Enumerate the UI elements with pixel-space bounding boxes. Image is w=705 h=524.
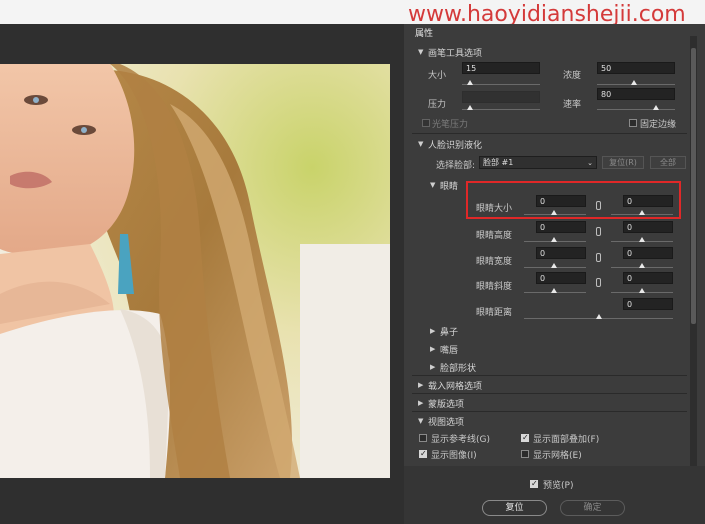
- collapse-triangle-icon[interactable]: ▶: [430, 345, 435, 353]
- select-face-value: 脸部 #1: [483, 158, 514, 167]
- eye-height-left-slider-handle[interactable]: [551, 237, 557, 242]
- show-guides-label: 显示参考线(G): [431, 435, 490, 445]
- link-chain-icon[interactable]: [596, 227, 601, 236]
- eye-width-left-input[interactable]: 0: [536, 247, 586, 259]
- eye-tilt-left-input[interactable]: 0: [536, 272, 586, 284]
- expand-triangle-icon[interactable]: ▼: [418, 417, 423, 425]
- brush-pressure-input[interactable]: [462, 91, 540, 103]
- scrollbar-thumb[interactable]: [691, 48, 696, 324]
- panel-title: 属性: [415, 29, 434, 39]
- show-image-checkbox[interactable]: [419, 450, 427, 458]
- show-face-overlay-checkbox[interactable]: [521, 434, 529, 442]
- face-all-button[interactable]: 全部: [650, 156, 686, 169]
- brush-rate-input[interactable]: 80: [597, 88, 675, 100]
- preview-label: 预览(P): [543, 481, 574, 491]
- brush-density-slider-handle[interactable]: [631, 80, 637, 85]
- expand-triangle-icon[interactable]: ▼: [418, 48, 423, 56]
- collapse-triangle-icon[interactable]: ▶: [430, 327, 435, 335]
- stylus-pressure-label: 光笔压力: [432, 120, 469, 130]
- brush-size-slider-handle[interactable]: [467, 80, 473, 85]
- bottom-bar: [404, 466, 705, 524]
- eye-distance-slider-handle[interactable]: [596, 314, 602, 319]
- eye-height-right-input[interactable]: 0: [623, 221, 673, 233]
- select-face-dropdown[interactable]: 脸部 #1 ⌄: [479, 156, 597, 169]
- face-shape-section[interactable]: 脸部形状: [440, 361, 476, 374]
- face-reset-button[interactable]: 复位(R): [602, 156, 644, 169]
- portrait-photo[interactable]: [0, 64, 390, 478]
- nose-section[interactable]: 鼻子: [440, 325, 458, 338]
- eye-width-right-input[interactable]: 0: [623, 247, 673, 259]
- show-mesh-checkbox[interactable]: [521, 450, 529, 458]
- brush-size-label: 大小: [428, 71, 447, 81]
- show-mesh-label: 显示网格(E): [533, 451, 582, 461]
- face-aware-header[interactable]: 人脸识别液化: [428, 138, 482, 151]
- reset-button[interactable]: 复位: [482, 500, 547, 516]
- divider: [412, 133, 687, 134]
- expand-triangle-icon[interactable]: ▼: [418, 140, 423, 148]
- portrait-image: [0, 64, 390, 478]
- stylus-pressure-checkbox[interactable]: [422, 119, 430, 127]
- eye-distance-label: 眼睛距离: [476, 308, 513, 318]
- eye-distance-input[interactable]: 0: [623, 298, 673, 310]
- brush-pressure-label: 压力: [428, 100, 447, 110]
- view-options-header[interactable]: 视图选项: [428, 415, 464, 428]
- eye-width-left-slider-handle[interactable]: [551, 263, 557, 268]
- eye-height-left-input[interactable]: 0: [536, 221, 586, 233]
- select-face-label: 选择脸部:: [436, 161, 476, 171]
- brush-rate-slider[interactable]: [597, 109, 675, 110]
- divider: [412, 411, 687, 412]
- brush-pressure-slider[interactable]: [462, 109, 540, 110]
- collapse-triangle-icon[interactable]: ▶: [430, 363, 435, 371]
- eye-height-right-slider-handle[interactable]: [639, 237, 645, 242]
- link-chain-icon[interactable]: [596, 253, 601, 262]
- show-image-label: 显示图像(I): [431, 451, 477, 461]
- eye-tilt-label: 眼睛斜度: [476, 282, 513, 292]
- load-mesh-section[interactable]: 载入网格选项: [428, 379, 482, 392]
- brush-pressure-slider-handle[interactable]: [467, 105, 473, 110]
- preview-checkbox[interactable]: [530, 480, 538, 488]
- eye-height-label: 眼睛高度: [476, 231, 513, 241]
- collapse-triangle-icon[interactable]: ▶: [418, 399, 423, 407]
- brush-density-input[interactable]: 50: [597, 62, 675, 74]
- eyes-header[interactable]: 眼睛: [440, 179, 458, 192]
- brush-rate-slider-handle[interactable]: [653, 105, 659, 110]
- expand-triangle-icon[interactable]: ▼: [430, 181, 435, 189]
- brush-rate-label: 速率: [563, 100, 582, 110]
- chevron-down-icon: ⌄: [587, 159, 593, 167]
- highlight-box: [466, 181, 681, 219]
- eye-tilt-left-slider-handle[interactable]: [551, 288, 557, 293]
- link-chain-icon[interactable]: [596, 278, 601, 287]
- mask-options-section[interactable]: 蒙版选项: [428, 397, 464, 410]
- show-guides-checkbox[interactable]: [419, 434, 427, 442]
- eye-width-label: 眼睛宽度: [476, 257, 513, 267]
- mouth-section[interactable]: 嘴唇: [440, 343, 458, 356]
- brush-options-header[interactable]: 画笔工具选项: [428, 46, 482, 59]
- divider: [412, 375, 687, 376]
- divider: [412, 393, 687, 394]
- eye-width-right-slider-handle[interactable]: [639, 263, 645, 268]
- brush-size-slider[interactable]: [462, 84, 540, 85]
- brush-size-input[interactable]: 15: [462, 62, 540, 74]
- collapse-triangle-icon[interactable]: ▶: [418, 381, 423, 389]
- pin-edges-label: 固定边缘: [640, 120, 677, 130]
- eye-tilt-right-slider-handle[interactable]: [639, 288, 645, 293]
- eye-tilt-right-input[interactable]: 0: [623, 272, 673, 284]
- ok-button[interactable]: 确定: [560, 500, 625, 516]
- show-face-overlay-label: 显示面部叠加(F): [533, 435, 600, 445]
- pin-edges-checkbox[interactable]: [629, 119, 637, 127]
- brush-density-label: 浓度: [563, 71, 582, 81]
